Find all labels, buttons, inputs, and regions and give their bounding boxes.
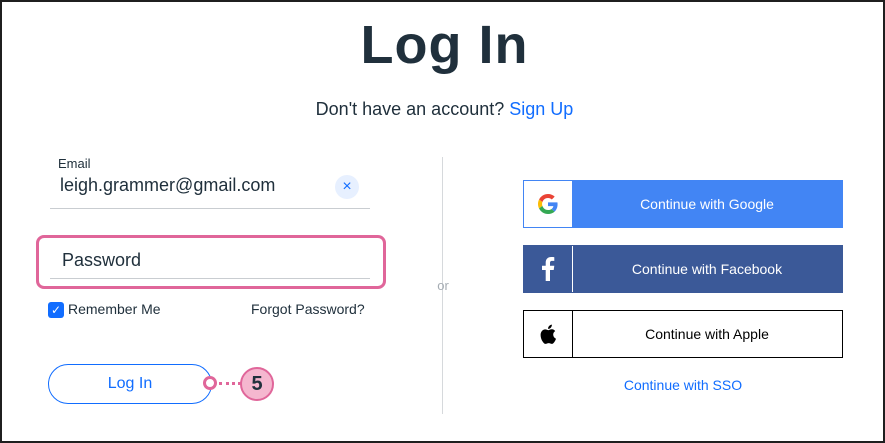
- forgot-password-link[interactable]: Forgot Password?: [251, 301, 365, 317]
- remember-me-checkbox[interactable]: ✓: [48, 302, 64, 318]
- continue-with-apple-button[interactable]: Continue with Apple: [523, 310, 843, 358]
- remember-me-label: Remember Me: [68, 301, 161, 317]
- password-field[interactable]: Password: [62, 250, 141, 271]
- google-icon: [524, 181, 572, 227]
- apple-icon: [524, 311, 573, 357]
- email-label: Email: [58, 156, 91, 171]
- email-field[interactable]: leigh.grammer@gmail.com: [60, 175, 275, 196]
- step-number-badge: 5: [240, 367, 274, 401]
- apple-button-label: Continue with Apple: [645, 326, 769, 342]
- continue-with-facebook-button[interactable]: Continue with Facebook: [523, 245, 843, 293]
- or-label: or: [437, 278, 449, 293]
- email-underline: [50, 208, 370, 209]
- facebook-icon: [524, 246, 573, 292]
- callout-anchor: [203, 376, 217, 390]
- continue-with-sso-link[interactable]: Continue with SSO: [523, 377, 843, 393]
- google-button-label: Continue with Google: [640, 196, 774, 212]
- signup-prompt-text: Don't have an account?: [315, 99, 505, 119]
- login-button[interactable]: Log In: [48, 364, 212, 404]
- password-underline: [50, 278, 370, 279]
- signup-prompt: Don't have an account? Sign Up: [2, 99, 885, 120]
- signup-link[interactable]: Sign Up: [509, 99, 573, 119]
- clear-email-icon[interactable]: ×: [335, 175, 359, 199]
- page-title: Log In: [360, 15, 529, 75]
- continue-with-google-button[interactable]: Continue with Google: [523, 180, 843, 228]
- callout-connector: [219, 382, 241, 385]
- facebook-button-label: Continue with Facebook: [631, 261, 783, 277]
